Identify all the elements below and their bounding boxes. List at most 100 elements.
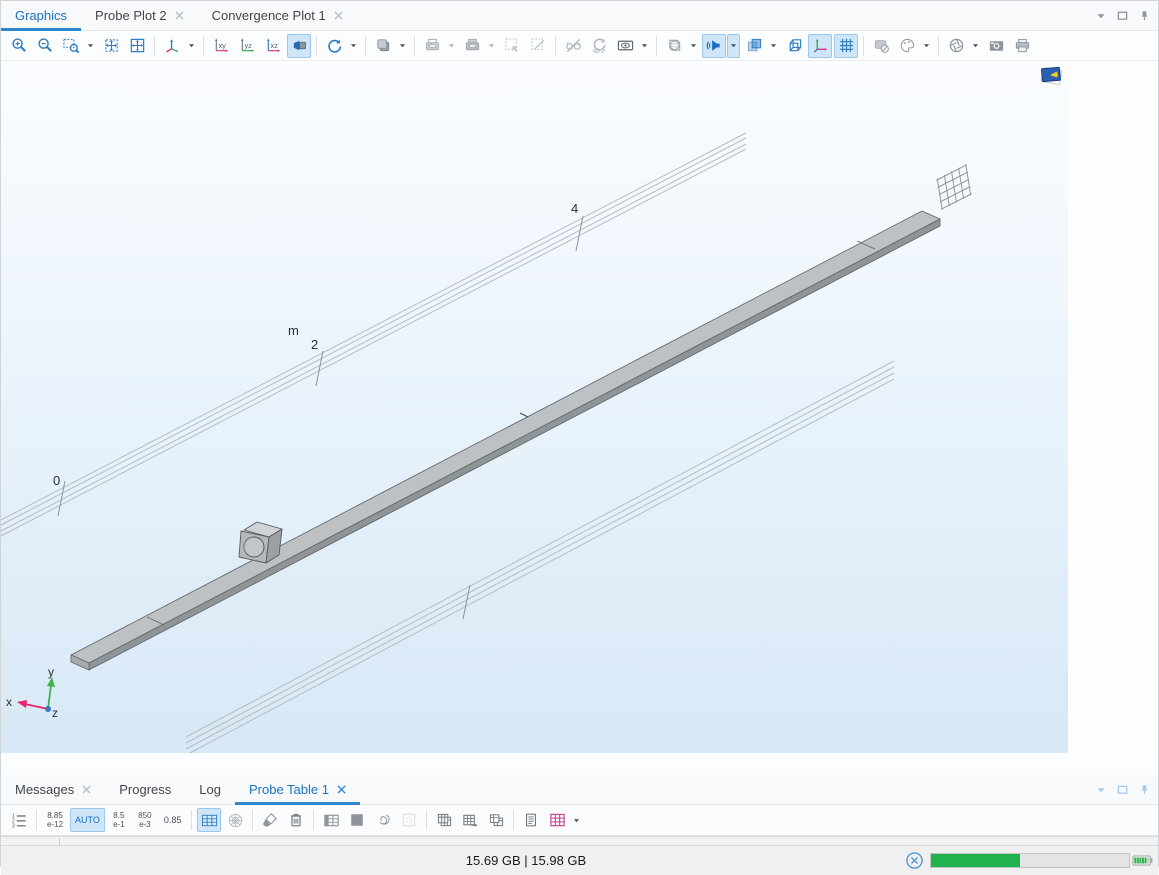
clear-table-button[interactable] bbox=[258, 808, 282, 832]
transparency-dropdown[interactable] bbox=[767, 34, 780, 58]
print-button[interactable] bbox=[1010, 34, 1034, 58]
copy-table2-icon bbox=[488, 812, 505, 829]
tab-progress[interactable]: Progress bbox=[105, 775, 185, 804]
graphics-canvas[interactable]: 0 2 m 4 bbox=[1, 61, 1068, 753]
view-xy-button[interactable]: xy bbox=[209, 34, 233, 58]
precision-scientific-label: 8.85e-12 bbox=[43, 811, 67, 829]
close-icon[interactable] bbox=[82, 785, 91, 794]
image-snapshot-button[interactable] bbox=[984, 34, 1008, 58]
close-icon[interactable] bbox=[334, 11, 343, 20]
select-box-button bbox=[500, 34, 524, 58]
export-table-button[interactable] bbox=[458, 808, 482, 832]
precision-engineering-label: 850e-3 bbox=[134, 811, 155, 829]
copy-table-button[interactable] bbox=[432, 808, 456, 832]
show-grid-button[interactable] bbox=[834, 34, 858, 58]
panel-window-controls bbox=[1096, 775, 1150, 804]
polar-icon bbox=[227, 812, 244, 829]
tab-label: Probe Table 1 bbox=[249, 782, 329, 797]
row-numbers-button[interactable]: 123 bbox=[7, 808, 31, 832]
toolbar-separator bbox=[365, 36, 366, 56]
precision-decimal-button[interactable]: 0.85 bbox=[159, 808, 187, 832]
export-image-dropdown bbox=[445, 34, 458, 58]
precision-engineering-button[interactable]: 850e-3 bbox=[133, 808, 157, 832]
copy-graphics-button[interactable] bbox=[371, 34, 395, 58]
precision-auto-button[interactable]: AUTO bbox=[70, 808, 105, 832]
float-panel-icon[interactable] bbox=[1096, 785, 1106, 795]
tab-log[interactable]: Log bbox=[185, 775, 235, 804]
snapshot-dropdown[interactable] bbox=[969, 34, 982, 58]
color-theme-button[interactable] bbox=[895, 34, 919, 58]
default-3d-view-button[interactable] bbox=[287, 34, 311, 58]
open-table-dropdown[interactable] bbox=[570, 808, 583, 832]
maximize-panel-icon[interactable] bbox=[1117, 784, 1128, 795]
zoom-extents-button[interactable] bbox=[99, 34, 123, 58]
copy-layers-icon bbox=[375, 37, 392, 54]
pin-panel-icon[interactable] bbox=[1139, 10, 1150, 21]
plot-update-dropdown[interactable] bbox=[347, 34, 360, 58]
reset-hiding-button bbox=[587, 34, 611, 58]
comsol-plot-icon[interactable] bbox=[1041, 67, 1062, 84]
palette-icon bbox=[899, 37, 916, 54]
plot-update-button[interactable] bbox=[322, 34, 346, 58]
open-table-button[interactable] bbox=[545, 808, 569, 832]
tab-label: Convergence Plot 1 bbox=[212, 8, 326, 23]
float-panel-icon[interactable] bbox=[1096, 11, 1106, 21]
table-view-button[interactable] bbox=[197, 808, 221, 832]
pin-panel-icon[interactable] bbox=[1139, 784, 1150, 795]
table-properties-button[interactable] bbox=[319, 808, 343, 832]
precision-scientific-button[interactable]: 8.85e-12 bbox=[42, 808, 68, 832]
zoom-in-button[interactable] bbox=[7, 34, 31, 58]
zoom-to-selection-button[interactable] bbox=[125, 34, 149, 58]
axis-tick-label-4: 4 bbox=[571, 201, 578, 216]
close-icon[interactable] bbox=[337, 785, 346, 794]
toolbar-separator bbox=[555, 36, 556, 56]
wire-sphere-icon bbox=[666, 37, 683, 54]
hide-selected-button bbox=[561, 34, 585, 58]
zoom-out-button[interactable] bbox=[33, 34, 57, 58]
view-unhidden-dropdown[interactable] bbox=[638, 34, 651, 58]
maximize-panel-icon[interactable] bbox=[1117, 10, 1128, 21]
precision-sci-short-button[interactable]: 8.5e-1 bbox=[107, 808, 131, 832]
sound-dropdown[interactable] bbox=[727, 34, 740, 58]
view-orientation-dropdown[interactable] bbox=[185, 34, 198, 58]
preview-plot-button[interactable] bbox=[371, 808, 395, 832]
transparency-button[interactable] bbox=[742, 34, 766, 58]
swirl-icon bbox=[375, 812, 392, 829]
color-theme-dropdown[interactable] bbox=[920, 34, 933, 58]
orthographic-projection-button[interactable] bbox=[782, 34, 806, 58]
tab-graphics[interactable]: Graphics bbox=[1, 1, 81, 30]
add-to-report-button[interactable] bbox=[519, 808, 543, 832]
zoom-box-button[interactable] bbox=[59, 34, 83, 58]
toolbar-separator bbox=[252, 810, 253, 830]
environment-reflections-button[interactable] bbox=[662, 34, 686, 58]
delete-table-button[interactable] bbox=[284, 808, 308, 832]
close-icon[interactable] bbox=[175, 11, 184, 20]
snapshot-button[interactable] bbox=[944, 34, 968, 58]
printer-icon bbox=[1014, 37, 1031, 54]
cell-shading-button[interactable] bbox=[345, 808, 369, 832]
table-blue-icon bbox=[201, 812, 218, 829]
show-axis-orientation-button[interactable] bbox=[808, 34, 832, 58]
copy-graphics-dropdown[interactable] bbox=[396, 34, 409, 58]
environment-reflections-dropdown[interactable] bbox=[687, 34, 700, 58]
sound-button[interactable] bbox=[702, 34, 726, 58]
toolbar-separator bbox=[316, 36, 317, 56]
view-unhidden-button[interactable] bbox=[613, 34, 637, 58]
tab-probe-plot-2[interactable]: Probe Plot 2 bbox=[81, 1, 198, 30]
zoom-selected-icon bbox=[129, 37, 146, 54]
table-column-divider bbox=[59, 838, 60, 845]
view-xz-button[interactable]: xz bbox=[261, 34, 285, 58]
zoom-box-dropdown[interactable] bbox=[84, 34, 97, 58]
svg-text:xy: xy bbox=[218, 42, 226, 50]
scene-light-off-button[interactable] bbox=[869, 34, 893, 58]
glasses-off-icon bbox=[565, 37, 582, 54]
tab-convergence-plot-1[interactable]: Convergence Plot 1 bbox=[198, 1, 357, 30]
tab-probe-table-1[interactable]: Probe Table 1 bbox=[235, 775, 360, 804]
tab-messages[interactable]: Messages bbox=[1, 775, 105, 804]
copy-table-and-headers-button[interactable] bbox=[484, 808, 508, 832]
view-yz-button[interactable]: yz bbox=[235, 34, 259, 58]
view-orientation-button[interactable] bbox=[160, 34, 184, 58]
cancel-button[interactable] bbox=[904, 850, 924, 870]
grid-icon bbox=[838, 37, 855, 54]
axis-unit-label: m bbox=[288, 323, 299, 338]
